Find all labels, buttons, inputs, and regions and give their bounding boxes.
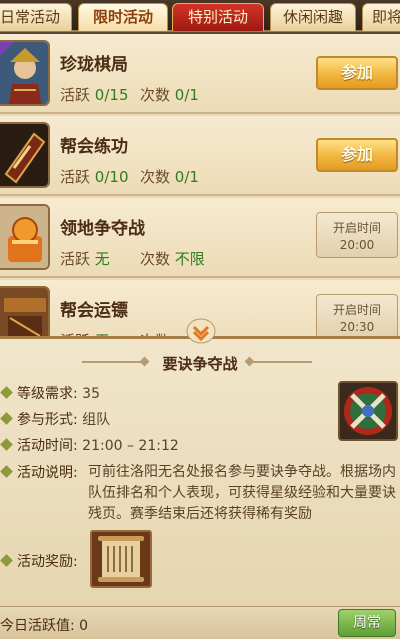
- scroll-reward-icon[interactable]: [90, 530, 152, 588]
- title-divider-right: [250, 361, 312, 363]
- weekly-button[interactable]: 周常: [338, 609, 396, 637]
- seal-icon: [0, 204, 50, 270]
- tab-upcoming[interactable]: 即将: [362, 3, 400, 31]
- open-time-value: 20:00: [339, 238, 375, 252]
- activity-points: 活跃 0/15: [60, 86, 129, 104]
- activity-list: 珍珑棋局 活跃 0/15 次数 0/1 参加 帮会练功 活跃 0/10 次数 0…: [0, 34, 400, 336]
- activity-description: 可前往洛阳无名处报名参与要诀争夺战。根据场内队伍排名和个人表现，可获得星级经验和…: [88, 464, 396, 522]
- collapse-chevron-icon[interactable]: [186, 318, 216, 344]
- attempt-count: 次数 不限: [140, 250, 205, 268]
- escort-icon: [0, 286, 50, 336]
- activity-points: 活跃 无: [60, 250, 110, 268]
- open-time-box: 开启时间 20:00: [316, 212, 398, 258]
- tab-limited-time[interactable]: 限时活动: [78, 3, 168, 31]
- bullet-icon: [0, 438, 13, 451]
- open-time-box: 开启时间 20:30: [316, 294, 398, 336]
- attempt-count: 次数 0/1: [140, 168, 199, 186]
- activity-row-3[interactable]: 领地争夺战 活跃 无 次数 不限 开启时间 20:00: [0, 198, 400, 278]
- activity-row-1[interactable]: 珍珑棋局 活跃 0/15 次数 0/1 参加: [0, 34, 400, 114]
- guild-token-icon: [0, 122, 50, 188]
- open-time-value: 20:30: [339, 320, 375, 334]
- tab-leisure[interactable]: 休闲闲趣: [270, 3, 356, 31]
- bullet-icon: [0, 386, 13, 399]
- participation-form: 参与形式: 组队: [0, 409, 110, 429]
- open-time-label: 开启时间: [332, 221, 381, 235]
- tab-daily[interactable]: 日常活动: [0, 3, 72, 31]
- activity-title: 珍珑棋局: [60, 55, 128, 75]
- bullet-icon: [0, 554, 13, 567]
- join-button[interactable]: 参加: [316, 56, 398, 90]
- general-portrait-icon: [0, 40, 50, 106]
- activity-time: 活动时间: 21:00 – 21:12: [0, 435, 179, 455]
- tab-bar: 日常活动 限时活动 特别活动 休闲闲趣 即将: [0, 0, 400, 32]
- activity-title: 帮会运镖: [60, 301, 128, 321]
- bullet-icon: [0, 465, 13, 478]
- crossed-swords-icon: [338, 381, 398, 441]
- bullet-icon: [0, 412, 13, 425]
- detail-title: 要诀争夺战: [162, 355, 238, 373]
- attempt-count: 次数 0/1: [140, 86, 199, 104]
- activity-row-2[interactable]: 帮会练功 活跃 0/10 次数 0/1 参加: [0, 116, 400, 196]
- tab-special[interactable]: 特别活动: [172, 3, 264, 31]
- activity-title: 帮会练功: [60, 137, 128, 157]
- activity-detail-panel: 要诀争夺战 等级需求: 35 参与形式: 组队 活动时间: 21:00 – 21…: [0, 336, 400, 606]
- reward-label: 活动奖励:: [0, 551, 78, 571]
- daily-activity-value: 今日活跃值: 0: [0, 618, 89, 634]
- open-time-label: 开启时间: [332, 303, 381, 317]
- activity-title: 领地争夺战: [60, 219, 145, 239]
- join-button[interactable]: 参加: [316, 138, 398, 172]
- level-requirement: 等级需求: 35: [0, 383, 100, 403]
- activity-points: 活跃 0/10: [60, 168, 129, 186]
- description-label: 活动说明:: [0, 462, 78, 482]
- footer-bar: 今日活跃值: 0 周常: [0, 606, 400, 639]
